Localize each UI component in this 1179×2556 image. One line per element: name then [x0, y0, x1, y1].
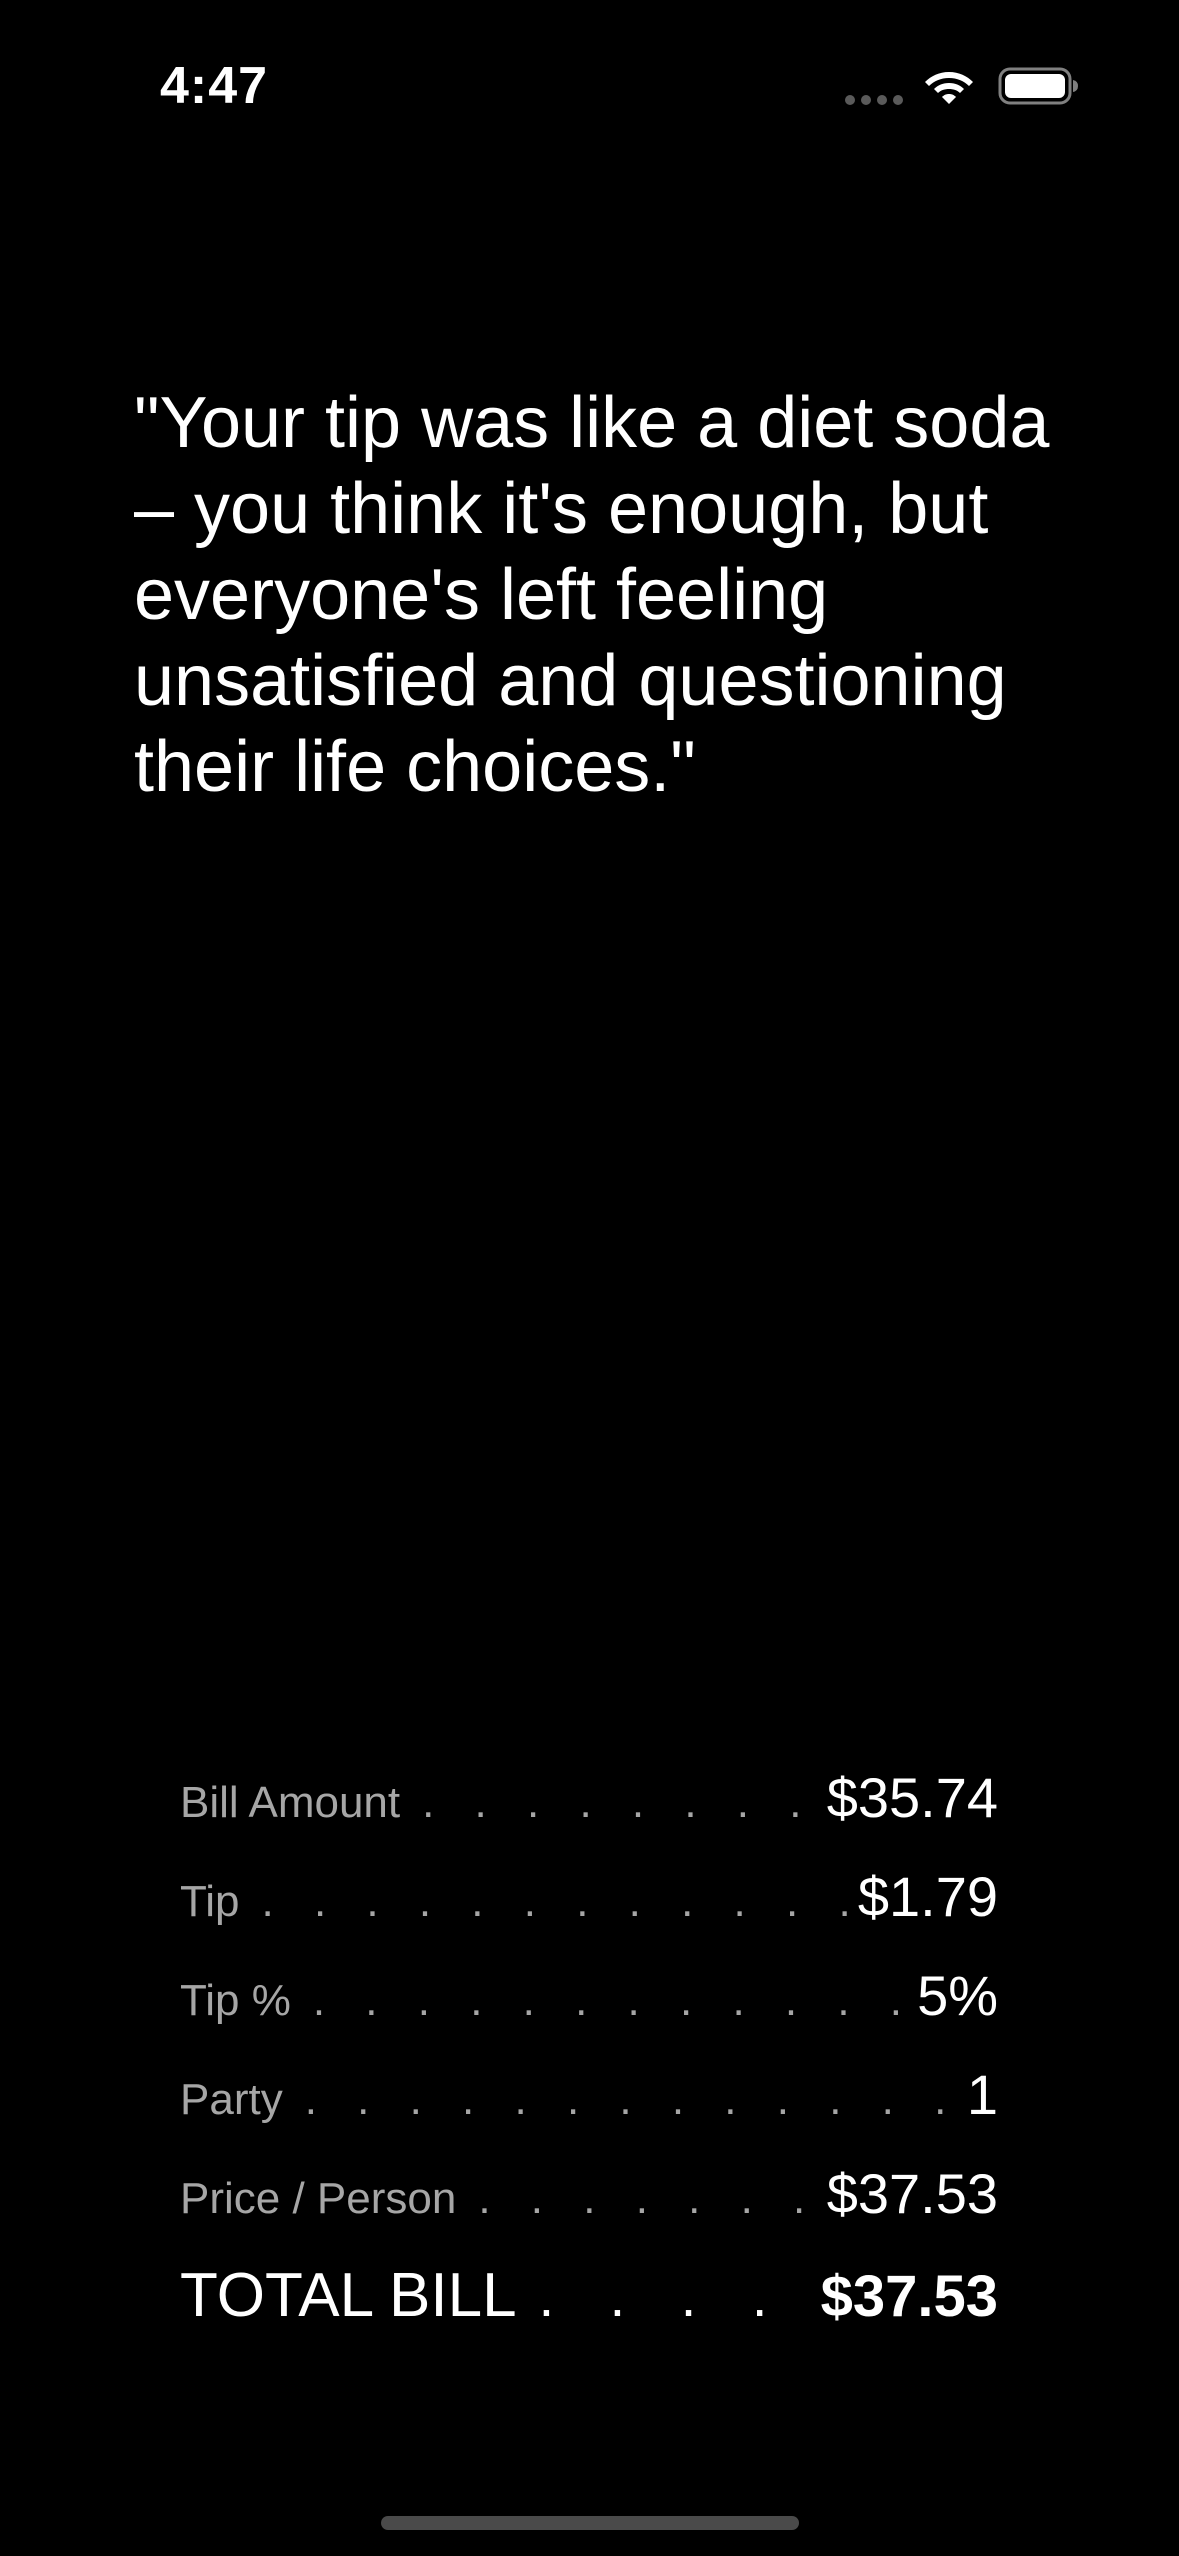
dot-leader: . . . . . . . . . . . . . . . . . . . . … [422, 1778, 827, 1827]
tip-label: Tip [180, 1877, 240, 1926]
cellular-signal-icon [845, 95, 903, 105]
party-label: Party [180, 2075, 283, 2124]
summary-row-price-per-person: Price / Person . . . . . . . . . . . . .… [180, 2161, 998, 2260]
tip-percent-value: 5% [917, 1964, 998, 2027]
total-bill-label: TOTAL BILL [180, 2261, 517, 2330]
dot-leader: . . . . . . . . . . . . . . . . . . . . … [312, 1976, 917, 2025]
tip-value: $1.79 [857, 1865, 998, 1928]
bill-amount-label: Bill Amount [180, 1778, 401, 1827]
summary-row-tip: Tip . . . . . . . . . . . . . . . . . . … [180, 1864, 998, 1963]
battery-icon [998, 67, 1078, 105]
dot-leader: . . . . . . . . . . . . . . . . . . . . … [261, 1877, 858, 1926]
bill-summary: Bill Amount . . . . . . . . . . . . . . … [180, 1765, 998, 2359]
summary-row-total-bill: TOTAL BILL . . . . . . . . . . . . . . .… [180, 2260, 998, 2359]
party-value: 1 [966, 2063, 998, 2126]
dot-leader: . . . . . . . . . . . . . . . . . . . . … [478, 2174, 826, 2223]
summary-row-party: Party . . . . . . . . . . . . . . . . . … [180, 2062, 998, 2161]
home-indicator[interactable] [381, 2516, 799, 2530]
price-per-person-label: Price / Person [180, 2174, 457, 2223]
total-bill-value: $37.53 [820, 2264, 998, 2329]
price-per-person-value: $37.53 [826, 2162, 998, 2225]
tip-percent-label: Tip % [180, 1976, 291, 2025]
roast-quote: "Your tip was like a diet soda – you thi… [134, 383, 1050, 807]
dot-leader: . . . . . . . . . . . . . . . . . . . . [538, 2265, 821, 2328]
summary-row-tip-percent: Tip % . . . . . . . . . . . . . . . . . … [180, 1963, 998, 2062]
summary-row-bill-amount: Bill Amount . . . . . . . . . . . . . . … [180, 1765, 998, 1864]
wifi-icon [925, 72, 973, 104]
bill-amount-value: $35.74 [826, 1766, 998, 1829]
status-bar: 4:47 [0, 0, 1179, 170]
status-time: 4:47 [160, 57, 269, 115]
dot-leader: . . . . . . . . . . . . . . . . . . . . … [304, 2075, 967, 2124]
